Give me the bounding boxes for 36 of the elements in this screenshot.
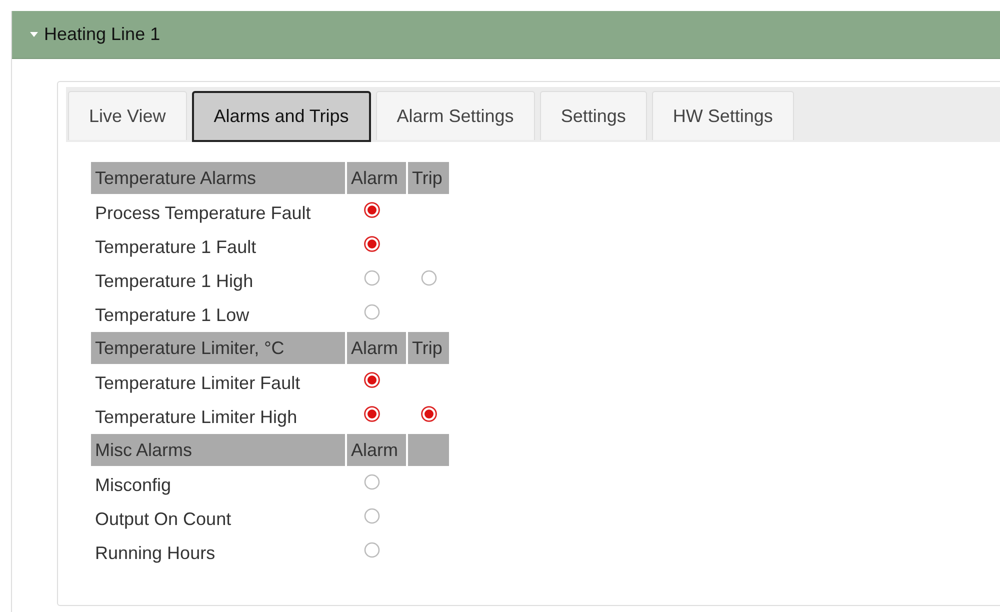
radio-on-icon[interactable]	[364, 202, 380, 218]
column-header: Trip	[408, 332, 449, 364]
tab[interactable]: HW Settings	[652, 91, 794, 140]
alarm-label: Running Hours	[94, 542, 216, 565]
column-header: Alarm	[347, 332, 406, 364]
radio-off-icon[interactable]	[364, 508, 380, 524]
radio-off-icon[interactable]	[364, 304, 380, 320]
alarm-label: Temperature 1 High	[94, 270, 254, 293]
header-cell	[408, 434, 449, 466]
radio-off-icon[interactable]	[420, 270, 436, 286]
tab[interactable]: Settings	[540, 91, 647, 140]
section-header: Misc Alarms	[91, 434, 345, 466]
radio-on-icon[interactable]	[364, 372, 380, 388]
column-header: Alarm	[347, 434, 406, 466]
panel-title: Heating Line 1	[44, 24, 160, 45]
section-header: Temperature Alarms	[91, 162, 345, 194]
alarm-label: Misconfig	[94, 474, 172, 497]
radio-on-icon[interactable]	[364, 236, 380, 252]
radio-on-icon[interactable]	[364, 406, 380, 422]
radio-off-icon[interactable]	[364, 542, 380, 558]
column-header: Alarm	[347, 162, 406, 194]
tab[interactable]: Alarms and Trips	[192, 91, 371, 142]
alarm-label: Temperature Limiter High	[94, 406, 298, 429]
radio-off-icon[interactable]	[364, 474, 380, 490]
alarm-label: Temperature 1 Low	[94, 304, 250, 327]
radio-off-icon[interactable]	[364, 270, 380, 286]
alarm-label: Process Temperature Fault	[94, 202, 312, 225]
alarm-label: Output On Count	[94, 508, 232, 531]
tab[interactable]: Alarm Settings	[376, 91, 535, 140]
alarm-label: Temperature Limiter Fault	[94, 372, 302, 395]
panel-header[interactable]: Heating Line 1	[12, 11, 1000, 59]
column-header: Trip	[408, 162, 449, 194]
section-header: Temperature Limiter, °C	[91, 332, 345, 364]
radio-on-icon[interactable]	[420, 406, 436, 422]
tab[interactable]: Live View	[68, 91, 187, 140]
alarm-label: Temperature 1 Fault	[94, 236, 258, 259]
